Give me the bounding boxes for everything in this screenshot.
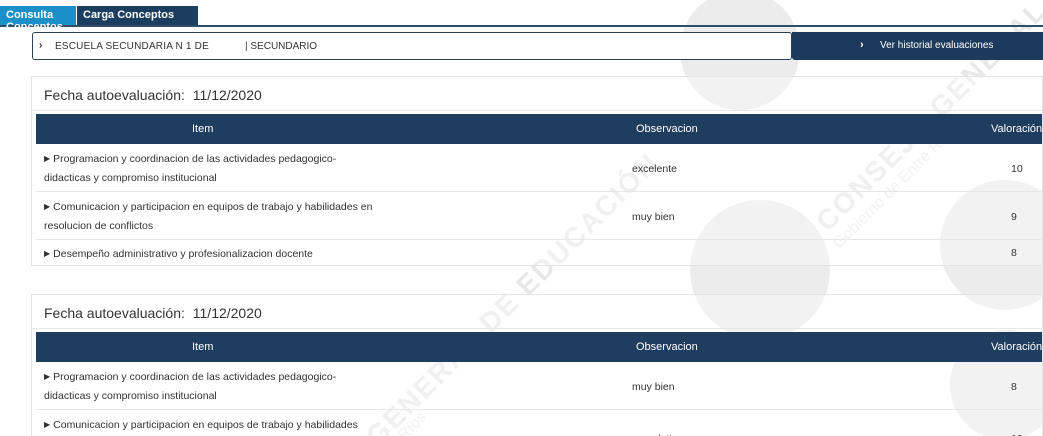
chevron-right-icon: › (39, 40, 43, 51)
caret-right-icon: ▶ (44, 202, 51, 211)
section-title: Fecha autoevaluación: 11/12/2020 (44, 87, 262, 103)
row-observacion: muy bien (632, 211, 675, 223)
row-item-text: Programacion y coordinacion de las activ… (44, 371, 337, 402)
section-title-label: Fecha autoevaluación: (44, 87, 185, 103)
row-item-text: Desempeño administrativo y profesionaliz… (53, 248, 313, 260)
school-name: ESCUELA SECUNDARIA N 1 DE (55, 41, 209, 52)
column-header-item: Item (192, 341, 214, 353)
section-title: Fecha autoevaluación: 11/12/2020 (44, 305, 262, 321)
section-title-date: 11/12/2020 (192, 87, 262, 103)
section-title-label: Fecha autoevaluación: (44, 305, 185, 321)
table-row[interactable]: ▶ Programacion y coordinacion de las acti… (36, 362, 1042, 410)
school-level: | SECUNDARIO (245, 41, 318, 52)
table-row[interactable]: ▶ Comunicacion y participacion en equipos… (36, 410, 1042, 436)
row-observacion: muy bien (632, 381, 675, 393)
section-title-date: 11/12/2020 (192, 305, 262, 321)
table-row[interactable]: ▶ Programacion y coordinacion de las acti… (36, 144, 1042, 192)
row-item-text: Programacion y coordinacion de las activ… (44, 153, 337, 184)
column-header-valoracion: Valoración (991, 341, 1043, 353)
row-item-text: Comunicacion y participacion en equipos … (44, 201, 373, 232)
divider (32, 328, 1042, 329)
row-item: ▶ Programacion y coordinacion de las acti… (44, 367, 374, 406)
column-header-observacion: Observacion (636, 341, 698, 353)
row-item: ▶ Comunicacion y participacion en equipos… (44, 415, 374, 435)
tab-bar: Consulta Conceptos Carga Conceptos (0, 6, 1043, 33)
row-valoracion: 8 (1011, 247, 1017, 259)
table-header: Item Observacion Valoración (36, 332, 1042, 362)
caret-right-icon: ▶ (44, 249, 51, 258)
table-row[interactable]: ▶ Desempeño administrativo y profesionali… (36, 240, 1042, 266)
tab-carga-conceptos[interactable]: Carga Conceptos (77, 6, 198, 25)
caret-right-icon: ▶ (44, 372, 51, 381)
chevron-right-icon: › (860, 39, 864, 51)
tab-consulta-conceptos[interactable]: Consulta Conceptos (0, 6, 76, 33)
column-header-item: Item (192, 123, 214, 135)
view-history-button[interactable]: › Ver historial evaluaciones (792, 32, 1043, 60)
evaluation-section: Fecha autoevaluación: 11/12/2020 Item Ob… (31, 294, 1043, 436)
column-header-observacion: Observacion (636, 123, 698, 135)
divider (32, 110, 1042, 111)
caret-right-icon: ▶ (44, 420, 51, 429)
school-selector[interactable]: › ESCUELA SECUNDARIA N 1 DE | SECUNDARIO (32, 32, 792, 60)
table-header: Item Observacion Valoración (36, 114, 1042, 144)
row-valoracion: 9 (1011, 211, 1017, 223)
row-valoracion: 10 (1011, 163, 1023, 175)
caret-right-icon: ▶ (44, 154, 51, 163)
column-header-valoracion: Valoración (991, 123, 1043, 135)
evaluation-section: Fecha autoevaluación: 11/12/2020 Item Ob… (31, 76, 1043, 266)
row-item: ▶ Comunicacion y participacion en equipos… (44, 197, 374, 236)
row-observacion: excelente (632, 163, 677, 175)
row-valoracion: 8 (1011, 381, 1017, 393)
row-item: ▶ Desempeño administrativo y profesionali… (44, 244, 544, 264)
row-item-text: Comunicacion y participacion en equipos … (53, 419, 358, 431)
view-history-label: Ver historial evaluaciones (880, 40, 994, 51)
row-item: ▶ Programacion y coordinacion de las acti… (44, 149, 374, 188)
table-row[interactable]: ▶ Comunicacion y participacion en equipos… (36, 192, 1042, 240)
